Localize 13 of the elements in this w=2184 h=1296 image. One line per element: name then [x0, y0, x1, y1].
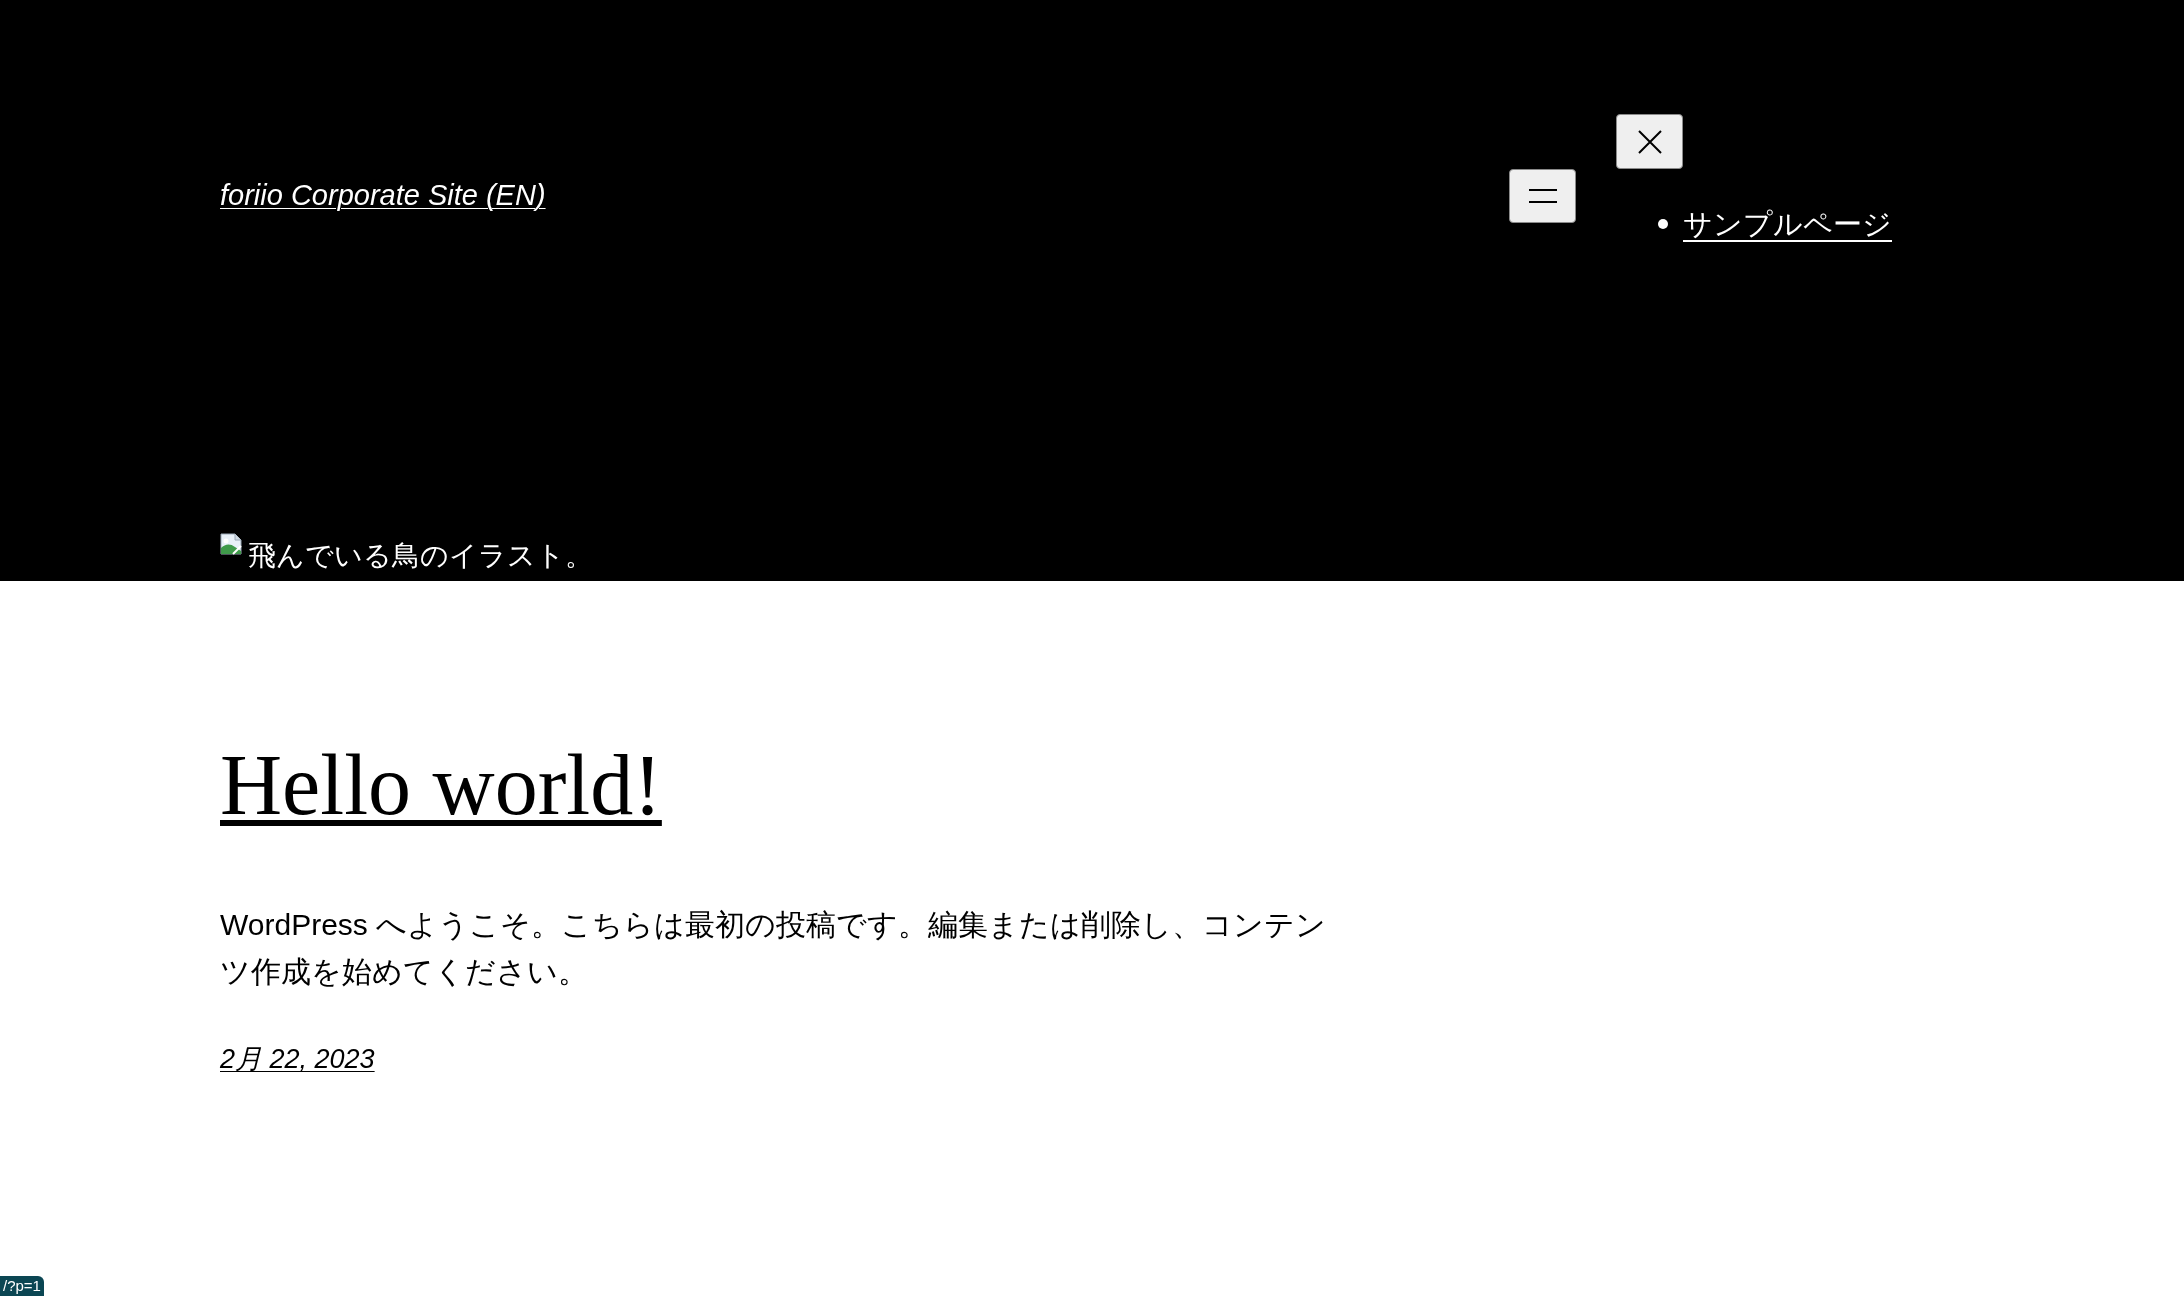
post-date-link[interactable]: 2月 22, 2023 [220, 1041, 375, 1077]
status-link-tooltip: /?p=1 [0, 1276, 44, 1296]
menu-icon [1528, 189, 1557, 203]
nav-link[interactable]: サンプルページ [1683, 204, 1892, 244]
broken-image-icon [220, 533, 242, 555]
bullet-icon [1658, 219, 1668, 229]
site-title-link[interactable]: foriio Corporate Site (EN) [220, 177, 546, 213]
post-title-link[interactable]: Hello world! [220, 737, 662, 833]
menu-button[interactable] [1509, 169, 1576, 223]
close-button[interactable] [1616, 114, 1683, 169]
close-icon [1637, 129, 1662, 154]
image-alt-text: 飛んでいる鳥のイラスト。 [248, 539, 593, 573]
post-body-text: WordPress へようこそ。こちらは最初の投稿です。編集または削除し、コンテンツ作成を始めてください。 [220, 907, 1328, 990]
